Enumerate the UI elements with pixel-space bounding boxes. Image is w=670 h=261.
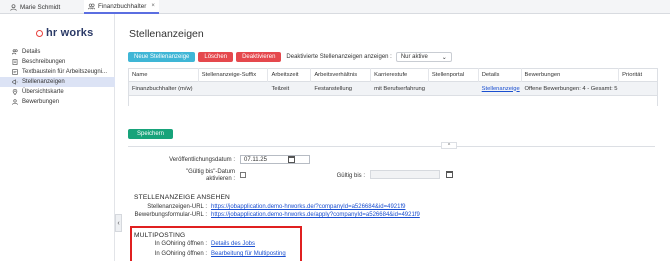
column-header[interactable]: Karrierestufe bbox=[371, 68, 429, 82]
megaphone-icon bbox=[12, 79, 18, 85]
pub-date-input[interactable]: 07.11.25 bbox=[240, 155, 310, 164]
table-cell: Teilzeit bbox=[271, 85, 290, 92]
new-job-ad-button[interactable]: Neue Stellenanzeige bbox=[128, 52, 196, 62]
chevron-down-icon: ⌄ bbox=[441, 54, 447, 61]
column-header[interactable]: Arbeitsverhältnis bbox=[311, 68, 372, 82]
application-form-url-label: Bewerbungsformular-URL : bbox=[134, 212, 207, 218]
column-header[interactable]: Bewerbungen bbox=[522, 68, 620, 82]
column-header[interactable]: Priorität bbox=[619, 68, 657, 82]
table-cell: Offene Bewerbungen: 4 - Gesamt: 5 bbox=[524, 85, 618, 92]
page-title: Stellenanzeigen bbox=[129, 28, 204, 40]
calendar-icon[interactable] bbox=[446, 171, 453, 178]
calendar-icon[interactable] bbox=[288, 156, 295, 163]
sidebar-item-uebersichtskarte[interactable]: Übersichtskarte bbox=[0, 87, 115, 97]
tab-finanzbuchhalter[interactable]: Finanzbuchhalter × bbox=[84, 0, 159, 14]
users-icon bbox=[12, 49, 18, 55]
users-icon bbox=[88, 3, 95, 9]
text-block-icon bbox=[12, 69, 18, 75]
filter-select-value: Nur aktive bbox=[400, 54, 428, 60]
job-ad-url-link[interactable]: https://jobapplication.demo-hrworks.de/?… bbox=[211, 204, 405, 210]
job-ads-table: Name Stellenanzeige-Suffix Arbeitszeit A… bbox=[128, 68, 658, 106]
tab-bar: Marie Schmidt Finanzbuchhalter × bbox=[0, 0, 670, 14]
tab-marie-schmidt[interactable]: Marie Schmidt bbox=[10, 0, 60, 14]
table-cell bbox=[429, 82, 479, 96]
table-footer bbox=[128, 96, 658, 106]
table-cell bbox=[619, 82, 657, 96]
table-cell: Stellenanzeige bbox=[479, 82, 522, 96]
job-ad-url-label: Stellenanzeigen-URL : bbox=[147, 204, 207, 210]
gohiring-label: In GOhiring öffnen : bbox=[154, 251, 207, 257]
column-header[interactable]: Details bbox=[479, 68, 522, 82]
gohiring-label: In GOhiring öffnen : bbox=[154, 241, 207, 247]
pub-date-label: Veröffentlichungsdatum : bbox=[169, 157, 235, 163]
filter-select[interactable]: Nur aktive ⌄ bbox=[395, 52, 452, 62]
sidebar: hr works Details Beschreibungen Textbaus… bbox=[0, 14, 115, 261]
valid-to-label-2: aktivieren : bbox=[205, 176, 235, 182]
table-cell: mit Berufserfahrung bbox=[374, 85, 425, 92]
sidebar-item-beschreibungen[interactable]: Beschreibungen bbox=[0, 57, 115, 67]
sidebar-item-label: Bewerbungen bbox=[22, 99, 60, 105]
table-cell: Finanzbuchhalter (m/w) bbox=[132, 85, 193, 92]
column-header[interactable]: Arbeitszeit bbox=[268, 68, 312, 82]
column-header[interactable]: Stellenportal bbox=[429, 68, 479, 82]
sidebar-collapse-button[interactable]: ‹ bbox=[115, 214, 122, 232]
toolbar: Neue Stellenanzeige Löschen Deaktivieren… bbox=[128, 52, 452, 62]
sidebar-item-label: Übersichtskarte bbox=[22, 89, 64, 95]
sidebar-item-label: Details bbox=[22, 49, 41, 55]
job-details-link[interactable]: Details des Jobs bbox=[211, 241, 255, 247]
valid-to-checkbox[interactable] bbox=[240, 172, 246, 178]
map-pin-icon bbox=[12, 89, 18, 95]
sidebar-item-label: Stellenanzeigen bbox=[22, 79, 65, 85]
save-button[interactable]: Speichern bbox=[128, 129, 174, 139]
filter-label: Deaktivierte Stellenanzeigen anzeigen : bbox=[286, 54, 392, 60]
table-row[interactable]: Finanzbuchhalter (m/w) Teilzeit Festanst… bbox=[128, 82, 658, 96]
document-icon bbox=[12, 59, 18, 65]
view-section-title: STELLENANZEIGE ANSEHEN bbox=[134, 194, 231, 201]
user-icon bbox=[10, 3, 17, 11]
tab-label: Marie Schmidt bbox=[20, 3, 61, 11]
sidebar-nav: Details Beschreibungen Textbaustein für … bbox=[0, 47, 115, 107]
table-cell bbox=[199, 82, 269, 96]
column-header[interactable]: Stellenanzeige-Suffix bbox=[199, 68, 269, 82]
valid-until-input[interactable] bbox=[370, 170, 440, 179]
valid-until-label: Gültig bis : bbox=[336, 173, 365, 179]
sidebar-item-stellenanzeigen[interactable]: Stellenanzeigen bbox=[0, 77, 115, 87]
logo: hr works bbox=[36, 27, 93, 39]
logo-mark-icon bbox=[36, 29, 43, 37]
divider bbox=[128, 146, 655, 147]
close-icon[interactable]: × bbox=[151, 3, 155, 9]
table-cell: Festanstellung bbox=[314, 85, 353, 92]
delete-button[interactable]: Löschen bbox=[198, 52, 234, 62]
sidebar-item-label: Beschreibungen bbox=[22, 59, 66, 65]
tab-label: Finanzbuchhalter bbox=[98, 2, 147, 10]
details-link[interactable]: Stellenanzeige bbox=[482, 86, 520, 92]
multiposting-edit-link[interactable]: Bearbeitung für Multiposting bbox=[211, 251, 286, 257]
multiposting-title: MULTIPOSTING bbox=[134, 232, 186, 239]
sidebar-item-bewerbungen[interactable]: Bewerbungen bbox=[0, 97, 115, 107]
sidebar-item-label: Textbaustein für Arbeitszeugni... bbox=[22, 69, 108, 75]
sidebar-item-details[interactable]: Details bbox=[0, 47, 115, 57]
collapse-up-button[interactable]: ^ bbox=[441, 142, 457, 149]
table-header: Name Stellenanzeige-Suffix Arbeitszeit A… bbox=[128, 68, 658, 82]
application-form-url-link[interactable]: https://jobapplication.demo-hrworks.de/a… bbox=[211, 212, 420, 218]
column-header[interactable]: Name bbox=[129, 68, 199, 82]
main-content: Stellenanzeigen Neue Stellenanzeige Lösc… bbox=[123, 14, 670, 261]
valid-to-label-1: "Gültig bis"-Datum bbox=[186, 169, 235, 175]
user-icon bbox=[12, 99, 18, 105]
sidebar-item-textbaustein[interactable]: Textbaustein für Arbeitszeugni... bbox=[0, 67, 115, 77]
deactivate-button[interactable]: Deaktivieren bbox=[236, 52, 282, 62]
